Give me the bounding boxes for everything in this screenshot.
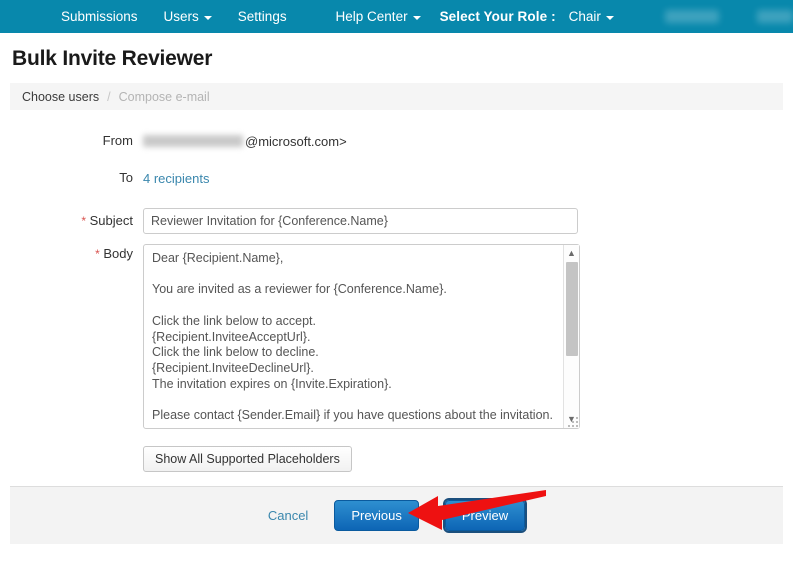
chevron-down-icon <box>605 15 614 20</box>
placeholders-row: Show All Supported Placeholders <box>0 446 793 472</box>
role-selector-chair[interactable]: Chair <box>556 0 627 33</box>
body-scrollbar[interactable]: ▲ ▼ <box>563 245 579 428</box>
from-label: From <box>102 133 133 148</box>
previous-button[interactable]: Previous <box>334 500 419 531</box>
breadcrumb-step-compose-email: Compose e-mail <box>118 89 210 104</box>
body-label-text: Body <box>103 246 133 261</box>
redacted-user-name[interactable] <box>664 10 720 23</box>
cancel-link[interactable]: Cancel <box>268 508 308 523</box>
body-textarea-wrapper: Dear {Recipient.Name}, You are invited a… <box>143 244 580 429</box>
from-domain: @microsoft.com> <box>245 133 347 149</box>
nav-item-settings[interactable]: Settings <box>225 0 300 33</box>
from-row: From @microsoft.com> <box>0 124 793 158</box>
preview-button[interactable]: Preview <box>444 500 526 531</box>
nav-item-help-center-label: Help Center <box>335 9 408 24</box>
redacted-sender-name <box>143 135 243 147</box>
nav-item-submissions-label: Submissions <box>61 9 138 24</box>
body-label: * Body <box>0 244 143 264</box>
select-your-role-label: Select Your Role : <box>439 9 556 24</box>
chevron-down-icon <box>203 15 212 20</box>
scrollbar-track[interactable] <box>564 262 580 411</box>
to-row: To 4 recipients <box>0 158 793 198</box>
nav-item-submissions[interactable]: Submissions <box>48 0 151 33</box>
top-navigation-bar: Submissions Users Settings Help Center S… <box>0 0 793 33</box>
required-marker: * <box>81 214 86 228</box>
from-value: @microsoft.com> <box>143 134 793 149</box>
resize-grip-icon[interactable] <box>568 417 578 427</box>
role-selector-value: Chair <box>568 9 601 24</box>
compose-email-form: From @microsoft.com> To 4 recipients * S… <box>0 110 793 472</box>
subject-label-text: Subject <box>89 213 133 228</box>
body-textarea[interactable]: Dear {Recipient.Name}, You are invited a… <box>143 244 580 429</box>
breadcrumb-separator: / <box>107 89 111 104</box>
redacted-nav-item[interactable] <box>757 10 793 23</box>
required-marker: * <box>95 247 100 261</box>
nav-item-users[interactable]: Users <box>151 0 225 33</box>
scroll-up-icon[interactable]: ▲ <box>564 245 580 262</box>
recipients-link[interactable]: 4 recipients <box>143 171 209 186</box>
nav-item-users-label: Users <box>163 9 199 24</box>
breadcrumb-step-choose-users[interactable]: Choose users <box>22 90 99 104</box>
body-row: * Body Dear {Recipient.Name}, You are in… <box>0 244 793 429</box>
chevron-down-icon <box>412 15 421 20</box>
to-label: To <box>119 170 133 185</box>
subject-label: * Subject <box>0 211 143 231</box>
form-footer: Cancel Previous Preview <box>10 486 783 544</box>
breadcrumb: Choose users / Compose e-mail <box>10 83 783 110</box>
subject-input[interactable] <box>143 208 578 234</box>
nav-item-settings-label: Settings <box>237 9 287 24</box>
subject-row: * Subject <box>0 198 793 244</box>
nav-item-help-center[interactable]: Help Center <box>323 0 434 33</box>
page-title: Bulk Invite Reviewer <box>12 47 213 70</box>
show-all-supported-placeholders-button[interactable]: Show All Supported Placeholders <box>143 446 352 472</box>
scrollbar-thumb[interactable] <box>565 262 578 356</box>
